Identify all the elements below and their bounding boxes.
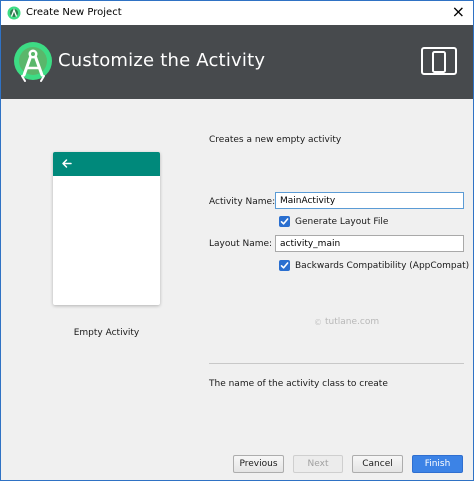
wizard-header: Customize the Activity <box>1 25 473 99</box>
template-description: Creates a new empty activity <box>209 135 342 145</box>
checkmark-icon <box>280 262 289 269</box>
close-icon[interactable]: × <box>452 3 465 21</box>
layout-name-input[interactable] <box>275 235 464 252</box>
finish-button[interactable]: Finish <box>412 455 463 473</box>
activity-name-input[interactable] <box>275 192 464 209</box>
watermark-text: tutlane.com <box>325 317 380 327</box>
checkmark-icon <box>280 218 289 225</box>
wizard-footer: Previous Next Cancel Finish <box>1 442 473 480</box>
android-studio-app-icon <box>7 6 21 20</box>
backwards-compat-checkbox-row[interactable]: Backwards Compatibility (AppCompat) <box>279 260 469 271</box>
phone-tablet-icon <box>421 47 457 75</box>
generate-layout-label: Generate Layout File <box>295 216 389 227</box>
generate-layout-checkbox-row[interactable]: Generate Layout File <box>279 216 388 227</box>
window-title: Create New Project <box>26 7 122 18</box>
create-project-window: Create New Project × Customize the Activ… <box>0 0 474 481</box>
activity-preview <box>53 152 160 305</box>
layout-name-label: Layout Name: <box>209 239 273 249</box>
cancel-button[interactable]: Cancel <box>352 455 403 473</box>
watermark-logo-icon: © <box>314 317 322 327</box>
arrow-left-icon <box>62 159 72 168</box>
title-bar: Create New Project × <box>1 1 473 25</box>
android-studio-logo-icon <box>14 42 52 82</box>
preview-app-bar <box>53 152 160 176</box>
next-button[interactable]: Next <box>293 455 343 473</box>
previous-button[interactable]: Previous <box>233 455 284 473</box>
backwards-compat-label: Backwards Compatibility (AppCompat) <box>295 260 470 271</box>
watermark: © tutlane.com <box>314 317 379 327</box>
page-title: Customize the Activity <box>58 50 266 71</box>
generate-layout-checkbox[interactable] <box>279 216 290 227</box>
wizard-content: Empty Activity Creates a new empty activ… <box>1 99 473 442</box>
activity-name-label: Activity Name: <box>209 197 276 207</box>
preview-caption: Empty Activity <box>73 328 140 338</box>
divider <box>209 363 464 364</box>
field-hint: The name of the activity class to create <box>209 379 388 389</box>
backwards-compat-checkbox[interactable] <box>279 260 290 271</box>
